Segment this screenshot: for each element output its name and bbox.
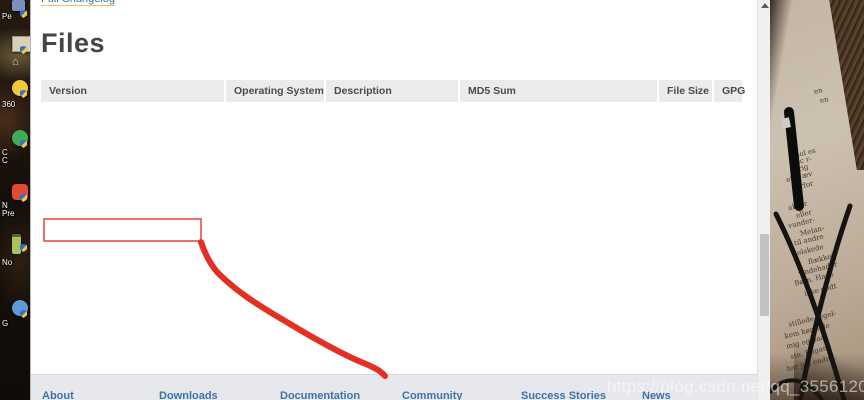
home-icon: ⌂ — [12, 56, 26, 68]
desktop-icon-label: No — [2, 259, 12, 267]
column-header-md5-sum: MD5 Sum — [459, 80, 658, 102]
book-shadow — [794, 340, 864, 400]
column-header-description: Description — [325, 80, 459, 102]
footer-link-about[interactable]: About — [42, 390, 74, 400]
full-changelog-link[interactable]: Full Changelog — [41, 0, 115, 6]
column-header-operating-system: Operating System — [225, 80, 325, 102]
column-header-gpg: GPG — [713, 80, 743, 102]
vertical-scrollbar[interactable] — [757, 0, 770, 400]
desktop-icon-label: 360 — [2, 101, 15, 109]
footer-band: About Downloads Documentation Community Succ… — [31, 374, 757, 400]
browser-window: Full Changelog Files VersionOperating Sy… — [30, 0, 770, 400]
page-content: Full Changelog Files VersionOperating Sy… — [31, 0, 757, 400]
footer-link-news[interactable]: News — [642, 390, 671, 400]
files-table-header-row: VersionOperating SystemDescriptionMD5 Su… — [41, 80, 743, 102]
footer-link-community[interactable]: Community — [402, 390, 463, 400]
footer-link-documentation[interactable]: Documentation — [280, 390, 360, 400]
pe-shortcut-icon — [12, 0, 25, 11]
files-table: VersionOperating SystemDescriptionMD5 Su… — [41, 80, 744, 102]
desktop-icon-label: G — [2, 320, 8, 328]
footer-link-success-stories[interactable]: Success Stories — [521, 390, 606, 400]
scrollbar-thumb[interactable] — [760, 234, 769, 316]
footer-link-downloads[interactable]: Downloads — [159, 390, 218, 400]
desktop-icon-label: Pe — [2, 13, 12, 21]
book-photo-wallpaper: enennol esvec r-e, riget S ævrforakserel… — [770, 0, 864, 400]
column-header-file-size: File Size — [658, 80, 713, 102]
files-heading: Files — [41, 28, 105, 59]
notepad-plus-icon — [12, 234, 21, 254]
desktop-icon-label: Pre — [2, 210, 14, 218]
desktop-icon-label: C — [2, 157, 8, 165]
scrollbar-up-arrow-icon[interactable] — [761, 3, 769, 8]
column-header-version: Version — [41, 80, 225, 102]
desktop-screenshot: { "page": { "changelog_link": "Full Chan… — [0, 0, 864, 400]
